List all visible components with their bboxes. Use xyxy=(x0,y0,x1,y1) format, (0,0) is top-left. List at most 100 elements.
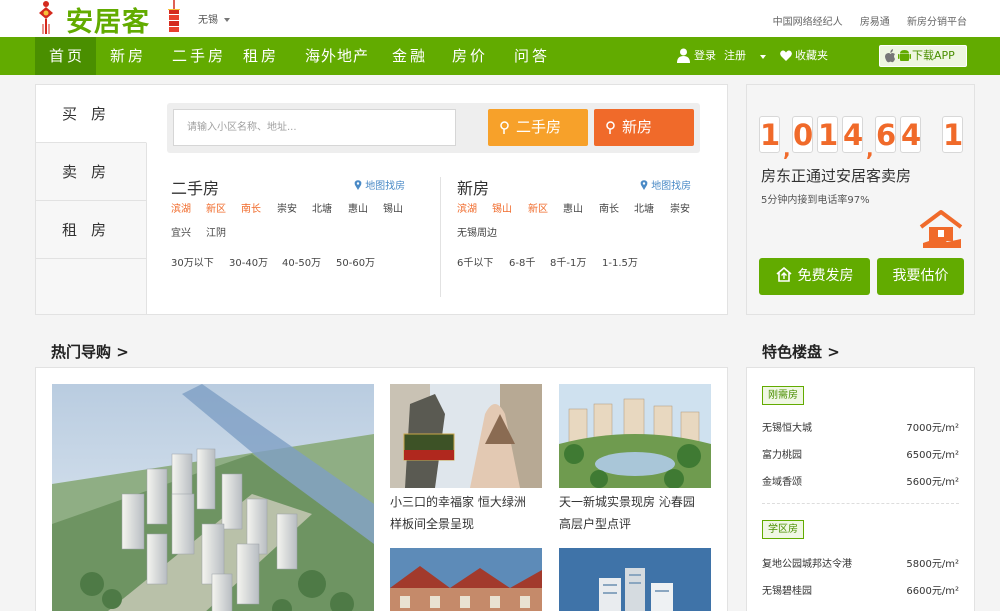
area-link[interactable]: 南长 xyxy=(241,200,261,215)
property-price: 6500元/m² xyxy=(906,450,959,461)
badge-starter-home[interactable]: 刚需房 xyxy=(762,386,804,405)
new-home-title[interactable]: 新房 xyxy=(457,175,489,199)
nav-rent[interactable]: 租房 xyxy=(243,37,279,75)
tab-rent[interactable]: 租房 xyxy=(36,201,147,259)
owner-card-title: 房东正通过安居客卖房 xyxy=(761,167,912,185)
search-panel: 买房 卖房 租房 二手房 新房 二手房 地图找房 滨湖 新区 南长 崇安 北塘 … xyxy=(35,84,728,315)
login-link[interactable]: 登录 xyxy=(694,37,716,75)
search-side-tabs: 买房 卖房 租房 xyxy=(36,85,147,314)
search-second-hand-button[interactable]: 二手房 xyxy=(488,109,588,146)
count-digit: 6 xyxy=(875,116,897,153)
second-hand-map-link[interactable]: 地图找房 xyxy=(354,177,405,192)
tab-sell[interactable]: 卖房 xyxy=(36,143,147,201)
free-post-button[interactable]: 免费发房 xyxy=(759,258,870,295)
chevron-down-icon xyxy=(224,18,230,22)
top-bar: 安居客 无锡 中国网络经纪人 房易通 新房分销平台 xyxy=(0,0,1000,39)
featured-row[interactable]: 金域香颂 5600元/m² xyxy=(762,473,959,488)
download-app-button[interactable]: 下载APP xyxy=(879,45,967,67)
property-name: 无锡碧桂园 xyxy=(762,586,812,597)
area-link[interactable]: 崇安 xyxy=(670,200,690,215)
hot-caption-new-city[interactable]: 天一新城实景现房 沁春园 高层户型点评 xyxy=(559,491,695,535)
featured-title[interactable]: 特色楼盘 > xyxy=(762,341,840,362)
area-link[interactable]: 宜兴 xyxy=(171,224,191,239)
price-link[interactable]: 30万以下 xyxy=(171,254,214,269)
count-digit: 0 xyxy=(792,116,814,153)
android-icon xyxy=(898,50,911,61)
firecracker-icon xyxy=(168,0,180,32)
chevron-down-icon[interactable] xyxy=(760,55,766,59)
search-new-home-button[interactable]: 新房 xyxy=(594,109,694,146)
caption-line: 样板间全景呈现 xyxy=(390,517,475,531)
location-pin-icon xyxy=(640,180,648,190)
main-nav: 首页 新房 二手房 租房 海外地产 金融 房价 问答 登录 注册 收藏夹 下载A… xyxy=(0,37,1000,75)
price-link[interactable]: 8千-1万 xyxy=(550,254,586,269)
free-post-label: 免费发房 xyxy=(797,268,854,284)
featured-row[interactable]: 富力桃园 6500元/m² xyxy=(762,446,959,461)
area-link[interactable]: 新区 xyxy=(206,200,226,215)
estimate-button[interactable]: 我要估价 xyxy=(877,258,964,295)
top-link-broker[interactable]: 中国网络经纪人 xyxy=(773,17,843,28)
hot-image-towers[interactable] xyxy=(559,548,711,611)
area-link[interactable]: 新区 xyxy=(528,200,548,215)
price-link[interactable]: 1-1.5万 xyxy=(602,254,638,269)
nav-second-hand[interactable]: 二手房 xyxy=(172,37,226,75)
area-link[interactable]: 无锡周边 xyxy=(457,224,497,239)
price-link[interactable]: 30-40万 xyxy=(229,254,268,269)
nav-prices[interactable]: 房价 xyxy=(452,37,488,75)
search-bar: 二手房 新房 xyxy=(167,103,700,153)
property-name: 富力桃园 xyxy=(762,450,802,461)
area-link[interactable]: 滨湖 xyxy=(457,200,477,215)
hot-image-townhouse[interactable] xyxy=(390,548,542,611)
featured-row[interactable]: 无锡恒大城 7000元/m² xyxy=(762,419,959,434)
nav-new-homes[interactable]: 新房 xyxy=(110,37,146,75)
second-hand-title[interactable]: 二手房 xyxy=(171,175,219,199)
area-link[interactable]: 崇安 xyxy=(277,200,297,215)
tab-buy[interactable]: 买房 xyxy=(36,85,147,143)
logo[interactable]: 安居客 xyxy=(66,0,150,39)
nav-overseas[interactable]: 海外地产 xyxy=(305,37,369,75)
favorites-link[interactable]: 收藏夹 xyxy=(795,37,828,75)
search-icon xyxy=(606,121,615,134)
top-link-distribution[interactable]: 新房分销平台 xyxy=(907,17,967,28)
register-link[interactable]: 注册 xyxy=(724,37,746,75)
area-link[interactable]: 江阴 xyxy=(206,224,226,239)
property-price: 5600元/m² xyxy=(906,477,959,488)
hot-caption-model-room[interactable]: 小三口的幸福家 恒大绿洲 样板间全景呈现 xyxy=(390,491,526,535)
price-link[interactable]: 50-60万 xyxy=(336,254,375,269)
caption-line: 小三口的幸福家 恒大绿洲 xyxy=(390,495,526,509)
city-selector[interactable]: 无锡 xyxy=(198,11,230,26)
featured-row[interactable]: 无锡碧桂园 6600元/m² xyxy=(762,582,959,597)
search-input[interactable] xyxy=(173,109,456,146)
divider xyxy=(762,503,959,504)
area-link[interactable]: 南长 xyxy=(599,200,619,215)
hot-image-new-city[interactable] xyxy=(559,384,711,488)
search-icon xyxy=(500,121,509,134)
search-second-hand-label: 二手房 xyxy=(516,118,562,136)
top-link-fangyitong[interactable]: 房易通 xyxy=(860,17,890,28)
new-home-map-link[interactable]: 地图找房 xyxy=(640,177,691,192)
area-link[interactable]: 惠山 xyxy=(563,200,583,215)
badge-school-district[interactable]: 学区房 xyxy=(762,520,804,539)
nav-finance[interactable]: 金融 xyxy=(392,37,428,75)
price-link[interactable]: 6-8千 xyxy=(509,254,535,269)
hot-feature-image[interactable] xyxy=(52,384,374,611)
map-link-label: 地图找房 xyxy=(365,181,406,192)
price-link[interactable]: 6千以下 xyxy=(457,254,493,269)
nav-qa[interactable]: 问答 xyxy=(514,37,550,75)
property-name: 无锡恒大城 xyxy=(762,423,812,434)
caption-line: 高层户型点评 xyxy=(559,517,632,531)
area-link[interactable]: 滨湖 xyxy=(171,200,191,215)
house-hand-icon xyxy=(919,210,963,248)
count-digit: 4 xyxy=(900,116,922,153)
user-icon xyxy=(677,48,690,63)
hot-guide-title[interactable]: 热门导购 > xyxy=(51,341,129,362)
hot-image-model-room[interactable] xyxy=(390,384,542,488)
nav-home[interactable]: 首页 xyxy=(35,37,96,75)
area-link[interactable]: 惠山 xyxy=(348,200,368,215)
area-link[interactable]: 北塘 xyxy=(634,200,654,215)
area-link[interactable]: 锡山 xyxy=(492,200,512,215)
area-link[interactable]: 锡山 xyxy=(383,200,403,215)
featured-row[interactable]: 复地公园城邦达令港 5800元/m² xyxy=(762,555,959,570)
area-link[interactable]: 北塘 xyxy=(312,200,332,215)
price-link[interactable]: 40-50万 xyxy=(282,254,321,269)
